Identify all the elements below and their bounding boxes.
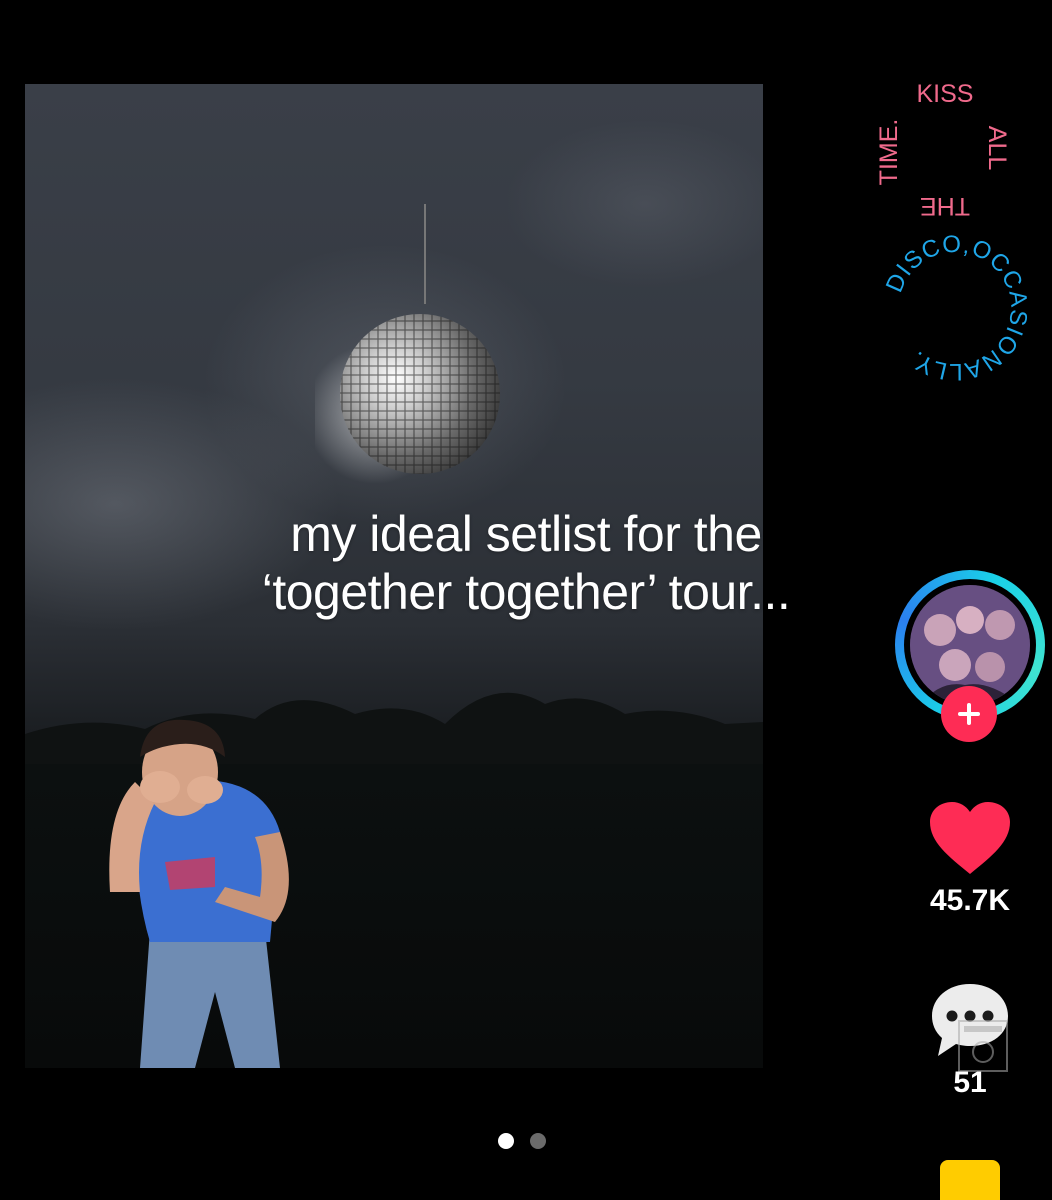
svg-text:KISS: KISS <box>917 80 974 108</box>
album-cover-watermark <box>958 1020 1008 1072</box>
pager-dot-2[interactable] <box>530 1133 546 1149</box>
pager-dot-1[interactable] <box>498 1133 514 1149</box>
caption-line-1: my ideal setlist for the <box>290 506 762 562</box>
svg-text:THE: THE <box>920 192 970 220</box>
plus-icon <box>958 703 980 725</box>
bottom-nav-tab[interactable] <box>940 1160 1000 1200</box>
like-count: 45.7K <box>929 884 1011 917</box>
follow-button[interactable] <box>941 686 997 742</box>
heart-icon <box>930 802 1010 874</box>
creator-avatar-button[interactable] <box>895 570 1045 742</box>
person-photo <box>109 719 289 1068</box>
svg-text:TIME.: TIME. <box>875 119 903 186</box>
photo-carousel-indicator <box>498 1133 546 1149</box>
svg-text:DISCO,OCCASIONALLY.: DISCO,OCCASIONALLY. <box>881 231 1033 385</box>
svg-text:ALL: ALL <box>983 126 1011 171</box>
disco-ball-image <box>315 204 500 484</box>
like-button[interactable] <box>928 800 1012 876</box>
comment-count: 51 <box>953 1066 987 1099</box>
tiktok-photo-post-screen: my ideal setlist for the ‘together toget… <box>0 0 1052 1200</box>
kiss-all-the-time-logo: KISS ALL THE TIME. DISCO,OCCASIONALLY. <box>875 80 1033 385</box>
